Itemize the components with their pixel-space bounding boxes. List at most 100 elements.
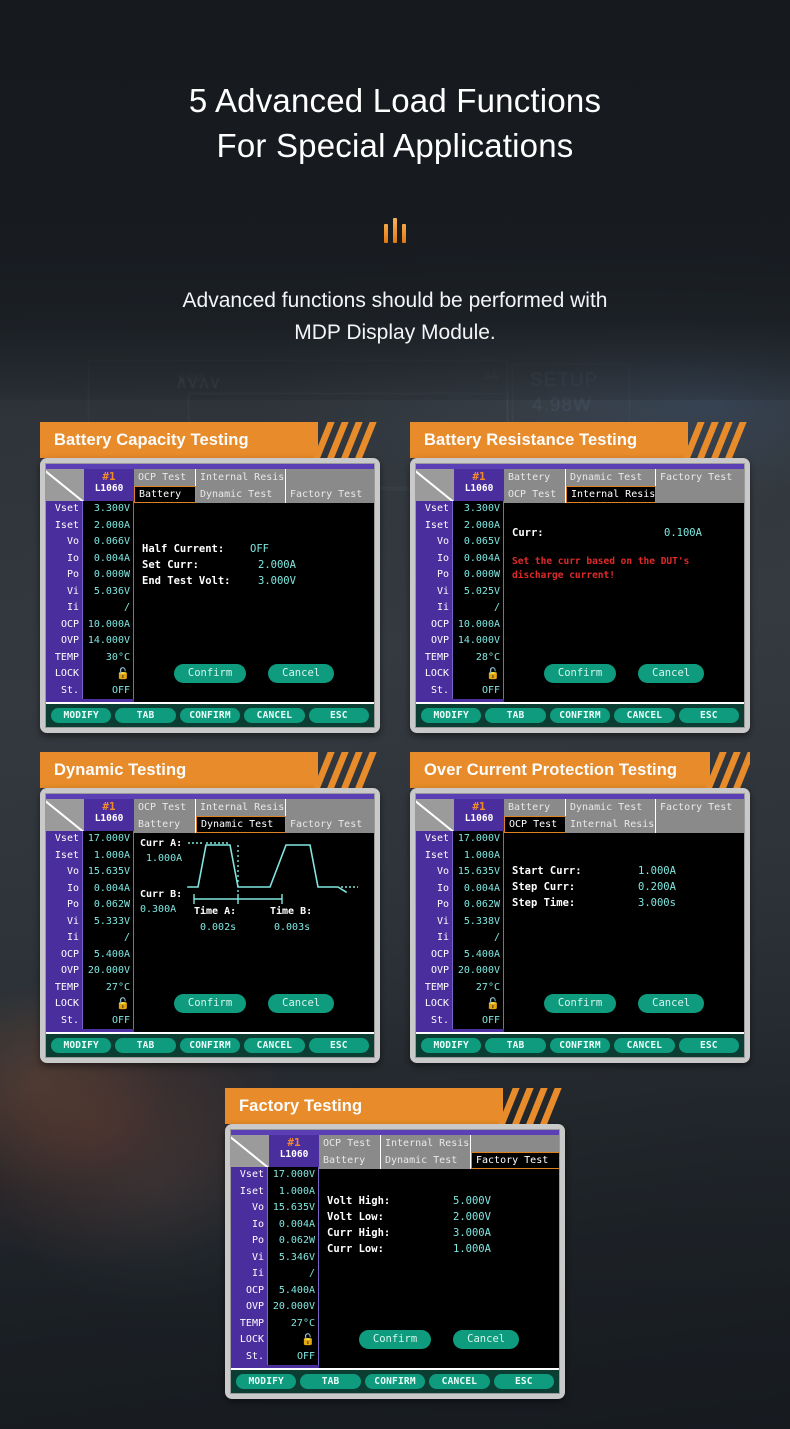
fkey-confirm[interactable]: CONFIRM <box>365 1374 425 1389</box>
tab-factory-test[interactable]: Factory Test <box>656 469 744 486</box>
confirm-button[interactable]: Confirm <box>174 994 246 1013</box>
field-value[interactable]: OFF <box>250 541 269 557</box>
fkey-modify[interactable]: MODIFY <box>421 708 481 723</box>
fkey-cancel[interactable]: CANCEL <box>429 1374 489 1389</box>
confirm-button[interactable]: Confirm <box>359 1330 431 1349</box>
fkey-esc[interactable]: ESC <box>679 1038 739 1053</box>
confirm-button[interactable]: Confirm <box>174 664 246 683</box>
cancel-button[interactable]: Cancel <box>453 1330 519 1349</box>
device-model: L1060 <box>454 483 504 495</box>
fkey-modify[interactable]: MODIFY <box>51 1038 111 1053</box>
tab-bar: OCP Test Internal Resis Battery Dynamic … <box>134 799 374 833</box>
reading-value: 17.000V <box>82 831 134 848</box>
fkey-esc[interactable]: ESC <box>494 1374 554 1389</box>
fkey-tab[interactable]: TAB <box>115 708 175 723</box>
tab-row-2: Battery Dynamic Test Factory Test <box>134 486 374 503</box>
confirm-button[interactable]: Confirm <box>544 994 616 1013</box>
cancel-button[interactable]: Cancel <box>638 994 704 1013</box>
reading-row: Vo15.635V <box>231 1200 319 1217</box>
time-b-value[interactable]: 0.003s <box>274 921 310 934</box>
tab-ocp-test[interactable]: OCP Test <box>134 799 196 816</box>
field-value[interactable]: 2.000A <box>250 557 296 573</box>
cancel-button[interactable]: Cancel <box>268 994 334 1013</box>
fkey-confirm[interactable]: CONFIRM <box>180 708 240 723</box>
tab-battery[interactable]: Battery <box>134 486 196 503</box>
field-value[interactable]: 3.000A <box>435 1225 491 1241</box>
field-value[interactable]: 5.000V <box>435 1193 491 1209</box>
fkey-cancel[interactable]: CANCEL <box>244 708 304 723</box>
card-dynamic-testing: Dynamic Testing #1 L1060 <box>40 752 380 1063</box>
reading-key: Io <box>416 553 452 565</box>
tab-battery[interactable]: Battery <box>319 1152 381 1169</box>
fkey-confirm[interactable]: CONFIRM <box>550 1038 610 1053</box>
fkey-confirm[interactable]: CONFIRM <box>180 1038 240 1053</box>
brand-logo-icon <box>231 1135 269 1167</box>
tab-factory-test[interactable]: Factory Test <box>656 799 744 816</box>
tab-factory-test[interactable]: Factory Test <box>286 816 374 833</box>
tab-battery[interactable]: Battery <box>134 816 196 833</box>
fkey-tab[interactable]: TAB <box>300 1374 360 1389</box>
field-value[interactable]: 3.000V <box>250 573 296 589</box>
device-frame: #1 L1060 Vset3.300V Iset2.000A Vo0.065V … <box>410 458 750 733</box>
fkey-cancel[interactable]: CANCEL <box>614 1038 674 1053</box>
tab-internal-resis[interactable]: Internal Resis <box>566 486 656 503</box>
reading-row: Iset2.000A <box>46 518 134 535</box>
fkey-modify[interactable]: MODIFY <box>421 1038 481 1053</box>
reading-row: Vo15.635V <box>416 864 504 881</box>
time-a-value[interactable]: 0.002s <box>200 921 236 934</box>
reading-value: 5.333V <box>82 914 134 931</box>
tab-internal-resis[interactable]: Internal Resis <box>196 469 286 486</box>
reading-row: St.OFF <box>416 683 504 700</box>
tab-dynamic-test[interactable]: Dynamic Test <box>196 816 286 833</box>
fkey-cancel[interactable]: CANCEL <box>244 1038 304 1053</box>
cancel-button[interactable]: Cancel <box>638 664 704 683</box>
tab-ocp-test[interactable]: OCP Test <box>319 1135 381 1152</box>
reading-value: 1.000A <box>82 848 134 865</box>
fkey-esc[interactable]: ESC <box>679 708 739 723</box>
curr-b-value[interactable]: 0.300A <box>140 903 176 916</box>
confirm-button[interactable]: Confirm <box>544 664 616 683</box>
main-panel: Battery Dynamic Test Factory Test OCP Te… <box>504 469 744 691</box>
tab-internal-resis[interactable]: Internal Resis <box>381 1135 471 1152</box>
tab-factory-test[interactable]: Factory Test <box>286 486 374 503</box>
fkey-confirm[interactable]: CONFIRM <box>550 708 610 723</box>
page-subtitle-line2: MDP Display Module. <box>0 317 790 349</box>
page-title: 5 Advanced Load Functions For Special Ap… <box>0 78 790 168</box>
fkey-modify[interactable]: MODIFY <box>236 1374 296 1389</box>
reading-row: Vi5.338V <box>416 914 504 931</box>
field-value[interactable]: 0.100A <box>620 525 702 541</box>
tab-ocp-test[interactable]: OCP Test <box>504 816 566 833</box>
tab-dynamic-test[interactable]: Dynamic Test <box>566 799 656 816</box>
tab-ocp-test[interactable]: OCP Test <box>134 469 196 486</box>
reading-key: Iset <box>231 1186 267 1198</box>
tab-empty <box>656 816 744 833</box>
field-value[interactable]: 1.000A <box>435 1241 491 1257</box>
tab-dynamic-test[interactable]: Dynamic Test <box>566 469 656 486</box>
fkey-modify[interactable]: MODIFY <box>51 708 111 723</box>
tab-dynamic-test[interactable]: Dynamic Test <box>381 1152 471 1169</box>
fkey-tab[interactable]: TAB <box>485 708 545 723</box>
sidebar-readings: Vset17.000V Iset1.000A Vo15.635V Io0.004… <box>416 831 504 1032</box>
tab-dynamic-test[interactable]: Dynamic Test <box>196 486 286 503</box>
tab-internal-resis[interactable]: Internal Resis <box>196 799 286 816</box>
tab-battery[interactable]: Battery <box>504 469 566 486</box>
tab-internal-resis[interactable]: Internal Resis <box>566 816 656 833</box>
tab-factory-test[interactable]: Factory Test <box>471 1152 559 1169</box>
tab-ocp-test[interactable]: OCP Test <box>504 486 566 503</box>
tab-battery[interactable]: Battery <box>504 799 566 816</box>
field-value[interactable]: 3.000s <box>620 895 676 911</box>
fkey-tab[interactable]: TAB <box>115 1038 175 1053</box>
field-value[interactable]: 1.000A <box>620 863 676 879</box>
fkey-tab[interactable]: TAB <box>485 1038 545 1053</box>
curr-a-value[interactable]: 1.000A <box>146 852 182 865</box>
reading-value: 1.000A <box>452 848 504 865</box>
field-value[interactable]: 2.000V <box>435 1209 491 1225</box>
fkey-cancel[interactable]: CANCEL <box>614 708 674 723</box>
fkey-esc[interactable]: ESC <box>309 708 369 723</box>
warning-text-line2: discharge current! <box>512 569 736 583</box>
sidebar-header: #1 L1060 <box>416 799 504 831</box>
field-value[interactable]: 0.200A <box>620 879 676 895</box>
fkey-esc[interactable]: ESC <box>309 1038 369 1053</box>
field-label: Curr High: <box>327 1225 435 1241</box>
cancel-button[interactable]: Cancel <box>268 664 334 683</box>
